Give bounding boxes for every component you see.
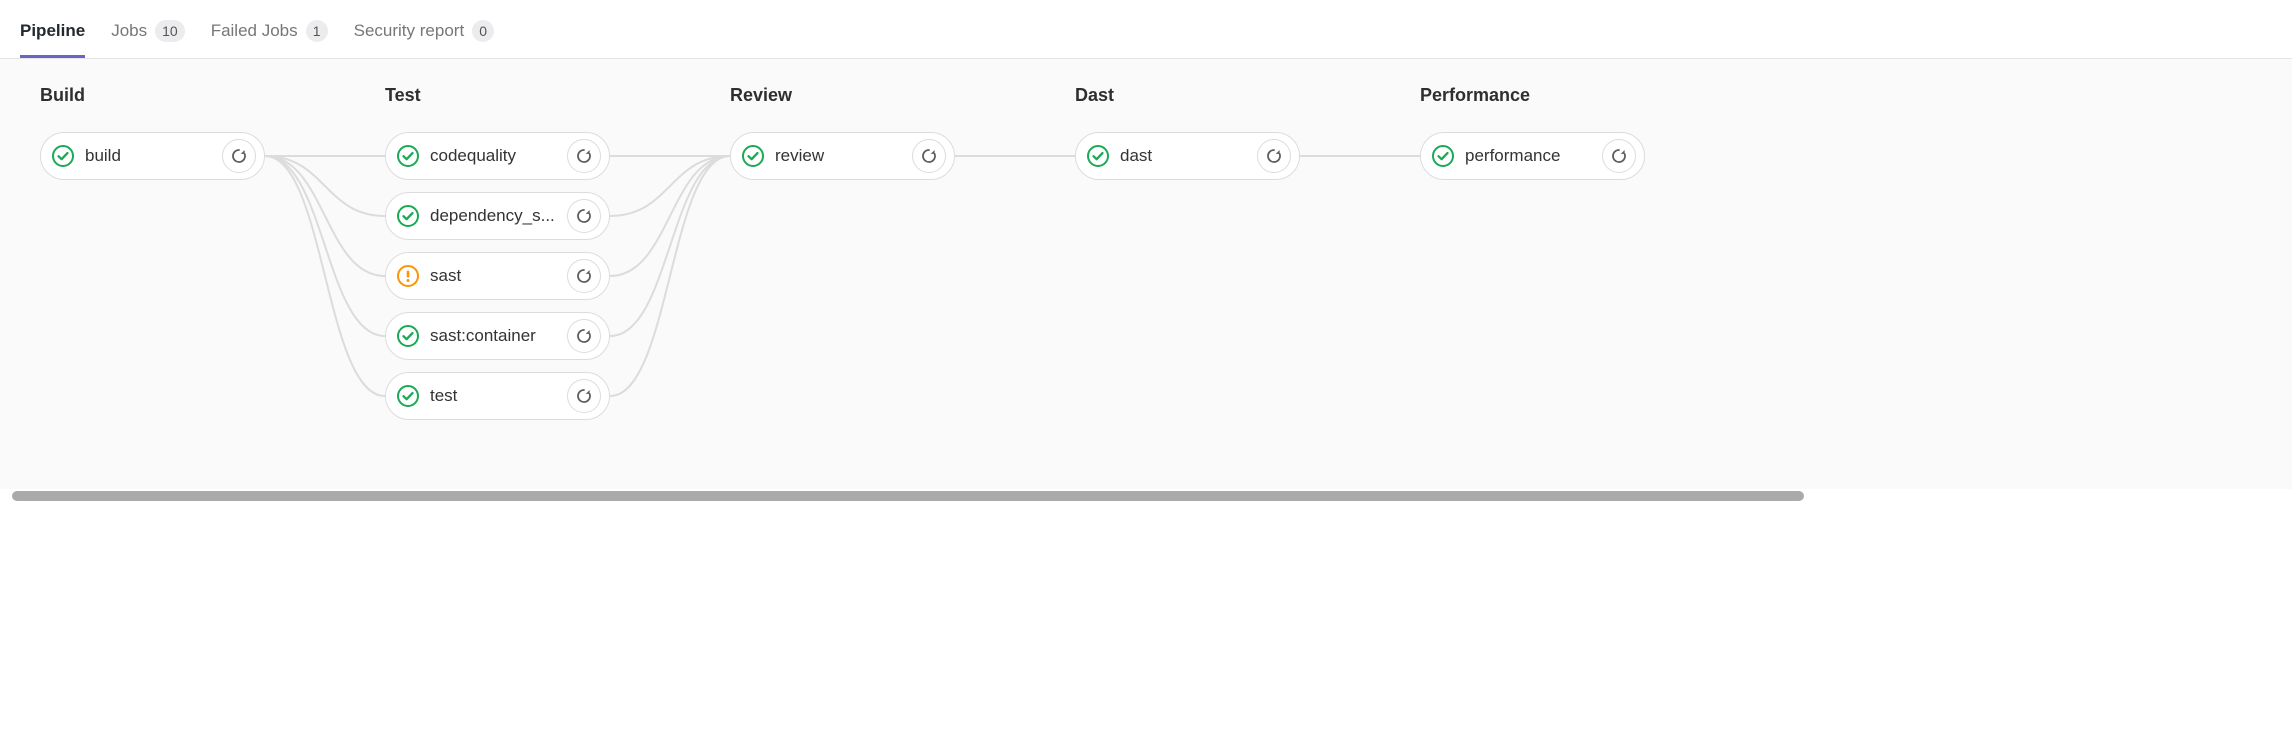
stage-column: Performance performance [1420,85,1645,420]
tab-badge: 1 [306,20,328,42]
check-circle-icon [396,204,420,228]
tab-security-report[interactable]: Security report 0 [354,10,495,59]
tab-label: Failed Jobs [211,21,298,41]
job-list: dast [1075,132,1300,180]
check-circle-icon [396,384,420,408]
job-pill[interactable]: dast [1075,132,1300,180]
check-circle-icon [1431,144,1455,168]
check-circle-icon [741,144,765,168]
check-circle-icon [396,324,420,348]
job-pill[interactable]: sast [385,252,610,300]
job-pill[interactable]: performance [1420,132,1645,180]
job-list: build [40,132,265,180]
retry-icon[interactable] [222,139,256,173]
tab-badge: 10 [155,20,185,42]
stage-column: Dast dast [1075,85,1300,420]
check-circle-icon [396,144,420,168]
job-name: performance [1465,146,1592,166]
job-pill[interactable]: dependency_s... [385,192,610,240]
job-name: dependency_s... [430,206,557,226]
job-pill[interactable]: codequality [385,132,610,180]
job-pill[interactable]: build [40,132,265,180]
job-name: sast [430,266,557,286]
job-pill[interactable]: sast:container [385,312,610,360]
stage-title: Build [40,85,265,106]
tab-failed-jobs[interactable]: Failed Jobs 1 [211,10,328,59]
horizontal-scrollbar-thumb[interactable] [12,491,1804,501]
warning-icon [396,264,420,288]
tab-jobs[interactable]: Jobs 10 [111,10,185,59]
check-circle-icon [51,144,75,168]
stage-column: Test codequality dependency_s...sast sast:c… [385,85,610,420]
job-name: codequality [430,146,557,166]
stages-row: Build build Test codequality dependency_s...… [40,85,2252,420]
retry-icon[interactable] [567,139,601,173]
job-name: sast:container [430,326,557,346]
retry-icon[interactable] [912,139,946,173]
job-pill[interactable]: test [385,372,610,420]
stage-title: Dast [1075,85,1300,106]
retry-icon[interactable] [1257,139,1291,173]
tab-pipeline[interactable]: Pipeline [20,11,85,58]
stage-column: Build build [40,85,265,420]
job-name: build [85,146,212,166]
job-name: review [775,146,902,166]
tab-label: Security report [354,21,465,41]
tab-label: Pipeline [20,21,85,41]
tab-label: Jobs [111,21,147,41]
job-name: dast [1120,146,1247,166]
job-list: codequality dependency_s...sast sast:conta… [385,132,610,420]
stage-title: Test [385,85,610,106]
horizontal-scrollbar-track[interactable] [0,489,2292,507]
retry-icon[interactable] [567,199,601,233]
retry-icon[interactable] [1602,139,1636,173]
job-list: review [730,132,955,180]
job-list: performance [1420,132,1645,180]
tabs-bar: Pipeline Jobs 10 Failed Jobs 1 Security repor… [0,0,2292,59]
retry-icon[interactable] [567,259,601,293]
check-circle-icon [1086,144,1110,168]
retry-icon[interactable] [567,379,601,413]
job-name: test [430,386,557,406]
job-pill[interactable]: review [730,132,955,180]
pipeline-graph: Build build Test codequality dependency_s...… [0,59,2292,489]
stage-column: Review review [730,85,955,420]
retry-icon[interactable] [567,319,601,353]
stage-title: Review [730,85,955,106]
tab-badge: 0 [472,20,494,42]
stage-title: Performance [1420,85,1645,106]
